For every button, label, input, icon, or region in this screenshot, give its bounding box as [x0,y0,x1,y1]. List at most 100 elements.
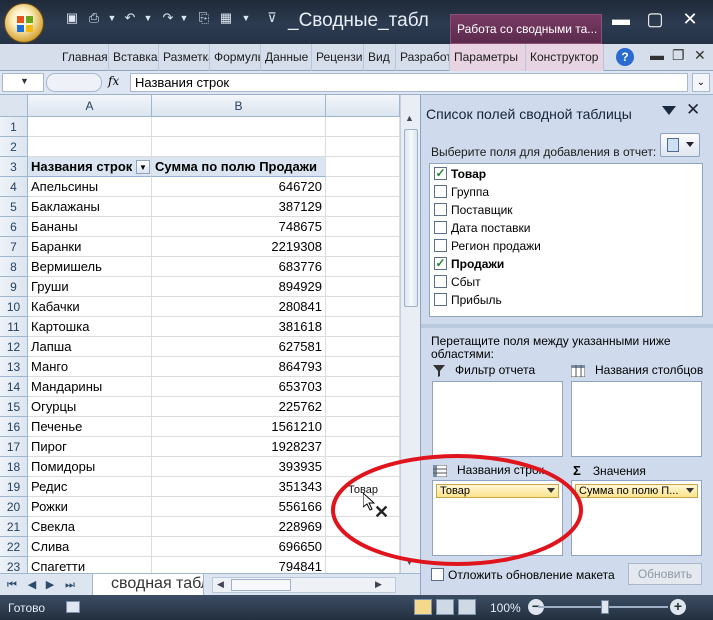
tab-insert[interactable]: Вставка [109,44,159,71]
row-label-cell[interactable]: Картошка [28,317,152,337]
row-label-cell[interactable]: Рожки [28,497,152,517]
row-header[interactable]: 20 [0,497,28,517]
zoom-level[interactable]: 100% [490,601,521,615]
row-header[interactable]: 10 [0,297,28,317]
empty-cell[interactable] [326,257,400,277]
panel-menu-icon[interactable] [662,106,676,116]
value-cell[interactable]: 748675 [152,217,326,237]
tab-formulas[interactable]: Формулы [210,44,261,71]
value-field-chip-sales[interactable]: Сумма по полю П... [575,484,698,498]
value-cell[interactable]: 280841 [152,297,326,317]
value-cell[interactable]: 627581 [152,337,326,357]
row-header[interactable]: 16 [0,417,28,437]
print-preview-icon[interactable]: ⎙ [86,10,102,26]
row-header[interactable]: 19 [0,477,28,497]
panel-close-icon[interactable]: ✕ [686,100,700,120]
help-icon[interactable]: ? [616,48,634,66]
empty-cell[interactable] [326,237,400,257]
row-label-cell[interactable]: Печенье [28,417,152,437]
field-item-distribution[interactable]: Сбыт [434,273,481,291]
value-cell[interactable]: 683776 [152,257,326,277]
empty-cell[interactable] [326,417,400,437]
value-cell[interactable]: 894929 [152,277,326,297]
empty-cell[interactable] [326,157,400,177]
empty-cell[interactable] [326,137,400,157]
row-header[interactable]: 15 [0,397,28,417]
checkbox-icon[interactable] [434,275,447,289]
formula-input[interactable]: Названия строк [130,73,688,92]
tab-design[interactable]: Конструктор [526,44,604,71]
row-label-cell[interactable]: Бананы [28,217,152,237]
value-cell[interactable]: 387129 [152,197,326,217]
field-item-delivery-date[interactable]: Дата поставки [434,219,530,237]
prev-sheet-icon[interactable]: ◀ [26,578,38,592]
macro-record-icon[interactable] [66,601,80,613]
row-header[interactable]: 17 [0,437,28,457]
tab-page-layout[interactable]: Разметка [159,44,210,71]
office-button[interactable] [4,3,44,43]
checkbox-checked-icon[interactable]: ✓ [434,167,447,181]
zoom-in-icon[interactable]: + [670,599,686,615]
row-header[interactable]: 12 [0,337,28,357]
value-cell[interactable]: 653703 [152,377,326,397]
checkbox-icon[interactable] [434,239,447,253]
row-label-cell[interactable]: Груши [28,277,152,297]
row-header[interactable]: 13 [0,357,28,377]
row-header[interactable]: 5 [0,197,28,217]
tab-home[interactable]: Главная [58,44,109,71]
empty-cell[interactable] [326,377,400,397]
value-cell[interactable]: 864793 [152,357,326,377]
tab-review[interactable]: Рецензирование [312,44,364,71]
value-cell[interactable]: 1561210 [152,417,326,437]
row-label-cell[interactable]: Лапша [28,337,152,357]
row-label-cell[interactable]: Баклажаны [28,197,152,217]
empty-cell[interactable] [326,337,400,357]
layout-options-button[interactable] [660,133,700,157]
ribbon-minimize-icon[interactable]: ▬ [650,47,664,63]
empty-cell[interactable] [326,217,400,237]
row-header[interactable]: 14 [0,377,28,397]
empty-cell[interactable] [326,277,400,297]
close-window-button[interactable]: ✕ [677,8,703,30]
checkbox-icon[interactable] [434,203,447,217]
chevron-down-icon[interactable] [547,488,555,493]
row-label-cell[interactable]: Слива [28,537,152,557]
value-cell[interactable]: 646720 [152,177,326,197]
empty-cell[interactable] [326,357,400,377]
maximize-button[interactable]: ▢ [642,8,668,30]
empty-cell[interactable] [326,177,400,197]
row-header[interactable]: 23 [0,557,28,573]
horizontal-scroll-thumb[interactable] [231,579,291,591]
values-zone[interactable]: Сумма по полю П... [571,480,702,556]
tab-options[interactable]: Параметры [450,44,526,71]
row-field-chip-product[interactable]: Товар [436,484,559,498]
sheet-tab[interactable]: сводная табл [92,574,204,596]
select-all-corner[interactable] [0,95,28,117]
row-header[interactable]: 21 [0,517,28,537]
defer-update-option[interactable]: Отложить обновление макета [431,568,615,582]
undo-dropdown-icon[interactable]: ▼ [140,10,156,26]
column-labels-zone[interactable] [571,381,702,457]
value-cell[interactable]: 351343 [152,477,326,497]
qat-dropdown-icon[interactable]: ▼ [104,10,120,26]
empty-cell[interactable] [326,557,400,573]
value-cell[interactable]: 225762 [152,397,326,417]
scroll-right-icon[interactable]: ▶ [375,579,382,590]
row-header[interactable]: 3 [0,157,28,177]
row-label-cell[interactable]: Свекла [28,517,152,537]
tab-developer[interactable]: Разработчик [396,44,450,71]
row-label-cell[interactable] [28,137,152,157]
value-cell[interactable]: 1928237 [152,437,326,457]
row-label-cell[interactable]: Редис [28,477,152,497]
row-label-cell[interactable]: Мандарины [28,377,152,397]
chevron-down-icon[interactable] [686,488,694,493]
next-sheet-icon[interactable]: ▶ [44,578,56,592]
value-cell[interactable]: 2219308 [152,237,326,257]
value-cell[interactable]: 696650 [152,537,326,557]
empty-cell[interactable] [326,437,400,457]
row-label-cell[interactable]: Пирог [28,437,152,457]
insert-function-icon[interactable]: fx [108,74,119,88]
update-button[interactable]: Обновить [628,563,702,585]
value-cell[interactable]: 393935 [152,457,326,477]
tab-data[interactable]: Данные [261,44,312,71]
